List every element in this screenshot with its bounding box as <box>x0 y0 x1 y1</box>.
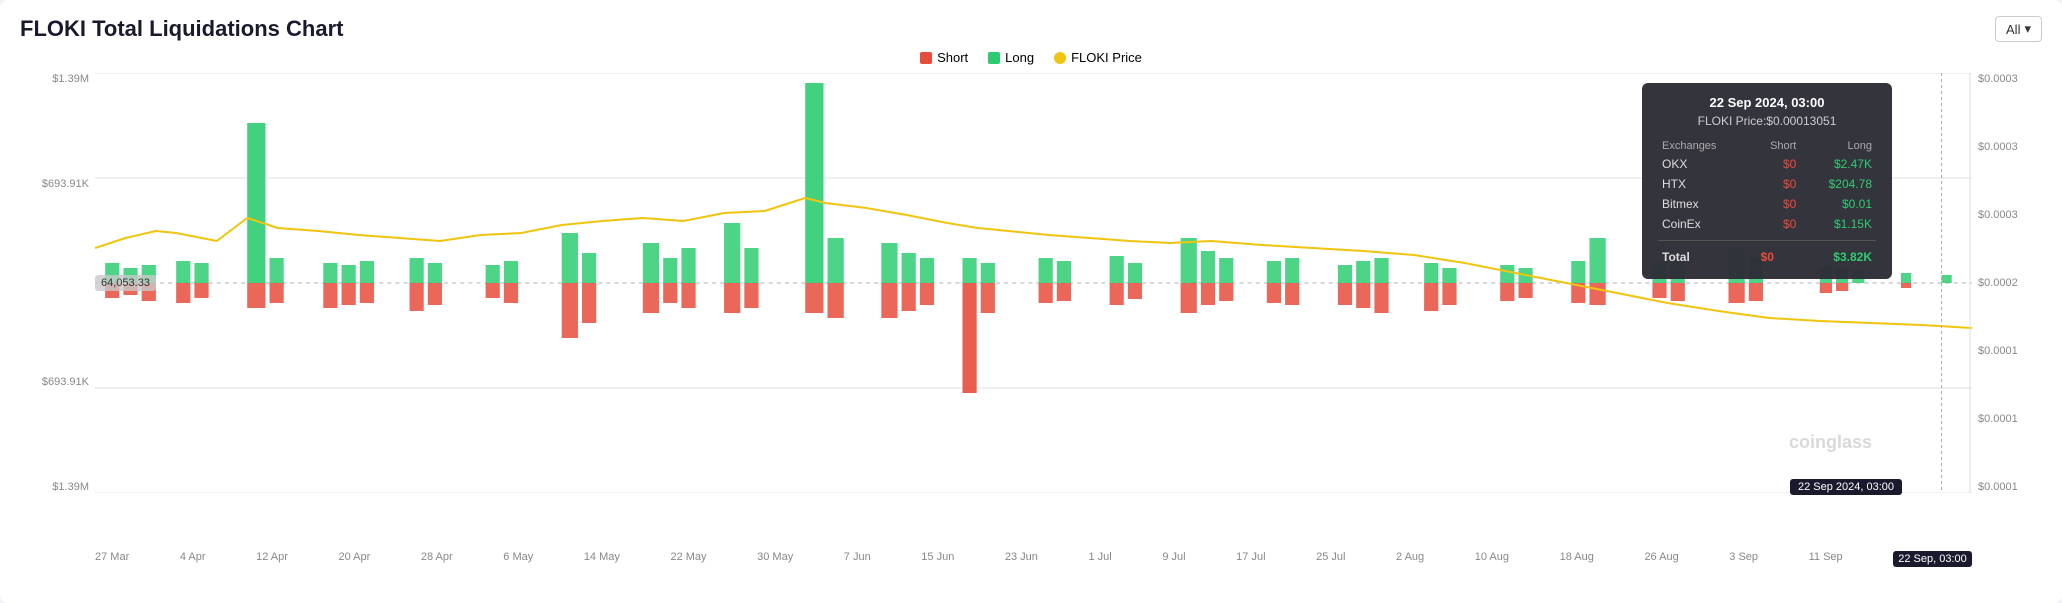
short-value: $0 <box>1750 174 1800 194</box>
col-short: Short <box>1750 138 1800 154</box>
tooltip-date: 22 Sep 2024, 03:00 <box>1658 95 1876 110</box>
long-color-icon <box>988 52 1000 64</box>
price-color-icon <box>1054 52 1066 64</box>
legend-price: FLOKI Price <box>1054 50 1142 65</box>
total-long: $3.82K <box>1778 247 1876 267</box>
col-exchanges: Exchanges <box>1658 138 1750 154</box>
long-value: $204.78 <box>1800 174 1876 194</box>
table-row: OKX $0 $2.47K <box>1658 154 1876 174</box>
tooltip-table: Exchanges Short Long OKX $0 $2.47K HTX <box>1658 138 1876 234</box>
all-button[interactable]: All ▾ <box>1995 16 2042 42</box>
chart-container: FLOKI Total Liquidations Chart All ▾ Sho… <box>0 0 2062 603</box>
long-value: $1.15K <box>1800 214 1876 234</box>
tooltip-total-table: Total $0 $3.82K <box>1658 247 1876 267</box>
table-row: HTX $0 $204.78 <box>1658 174 1876 194</box>
long-value: $2.47K <box>1800 154 1876 174</box>
table-row: CoinEx $0 $1.15K <box>1658 214 1876 234</box>
chart-title: FLOKI Total Liquidations Chart <box>20 16 343 42</box>
legend-short: Short <box>920 50 968 65</box>
exchange-name: CoinEx <box>1658 214 1750 234</box>
short-value: $0 <box>1750 154 1800 174</box>
long-value: $0.01 <box>1800 194 1876 214</box>
short-value: $0 <box>1750 214 1800 234</box>
exchange-name: OKX <box>1658 154 1750 174</box>
x-axis: 27 Mar 4 Apr 12 Apr 20 Apr 28 Apr 6 May … <box>20 547 2042 567</box>
watermark: coinglass <box>1789 432 1872 453</box>
exchange-name: Bitmex <box>1658 194 1750 214</box>
left-axis-label: 64,053.33 <box>95 275 156 291</box>
short-color-icon <box>920 52 932 64</box>
chart-area: $1.39M $693.91K $693.91K $1.39M <box>20 73 2042 543</box>
exchange-name: HTX <box>1658 174 1750 194</box>
chevron-down-icon: ▾ <box>2024 21 2031 37</box>
total-short: $0 <box>1733 247 1778 267</box>
short-value: $0 <box>1750 194 1800 214</box>
chart-legend: Short Long FLOKI Price <box>20 50 2042 65</box>
total-label: Total <box>1658 247 1733 267</box>
y-axis-left: $1.39M $693.91K $693.91K $1.39M <box>20 73 95 493</box>
date-badge: 22 Sep 2024, 03:00 <box>1790 479 1902 495</box>
table-row: Bitmex $0 $0.01 <box>1658 194 1876 214</box>
chart-inner: 64,053.33 coinglass 22 Sep 2024, 03:00 2… <box>95 73 1972 493</box>
tooltip-panel: 22 Sep 2024, 03:00 FLOKI Price:$0.000130… <box>1642 83 1892 279</box>
tooltip-divider <box>1658 240 1876 241</box>
col-long: Long <box>1800 138 1876 154</box>
legend-long: Long <box>988 50 1034 65</box>
chart-header: FLOKI Total Liquidations Chart All ▾ <box>20 16 2042 42</box>
tooltip-price: FLOKI Price:$0.00013051 <box>1658 114 1876 128</box>
y-axis-right: $0.0003 $0.0003 $0.0003 $0.0002 $0.0001 … <box>1972 73 2042 493</box>
